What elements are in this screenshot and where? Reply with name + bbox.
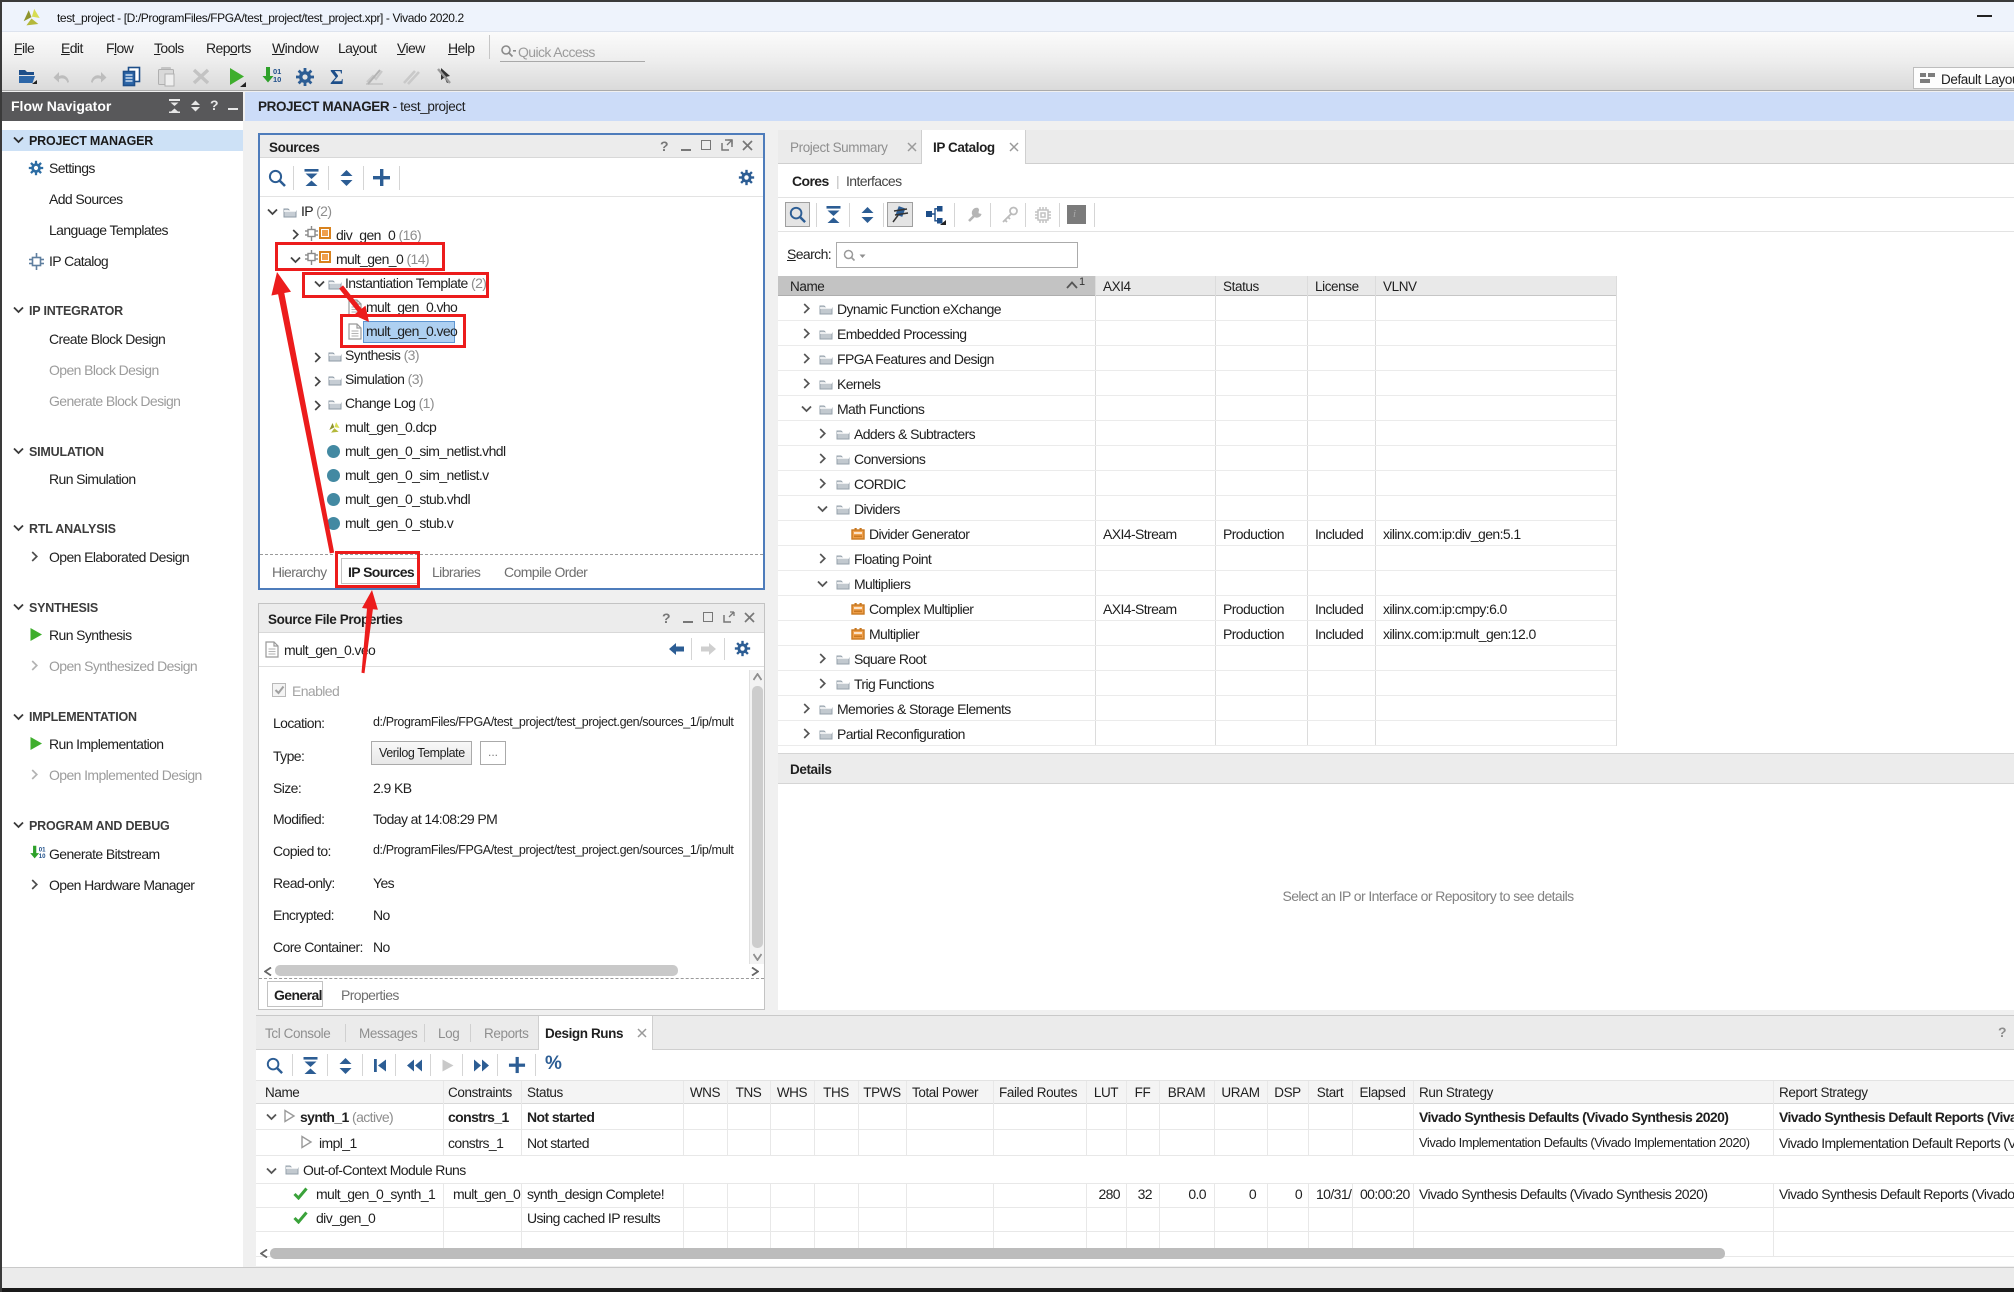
svg-text:10: 10 [39, 854, 46, 860]
svg-text:10: 10 [273, 75, 281, 84]
svg-text:01: 01 [39, 847, 46, 853]
